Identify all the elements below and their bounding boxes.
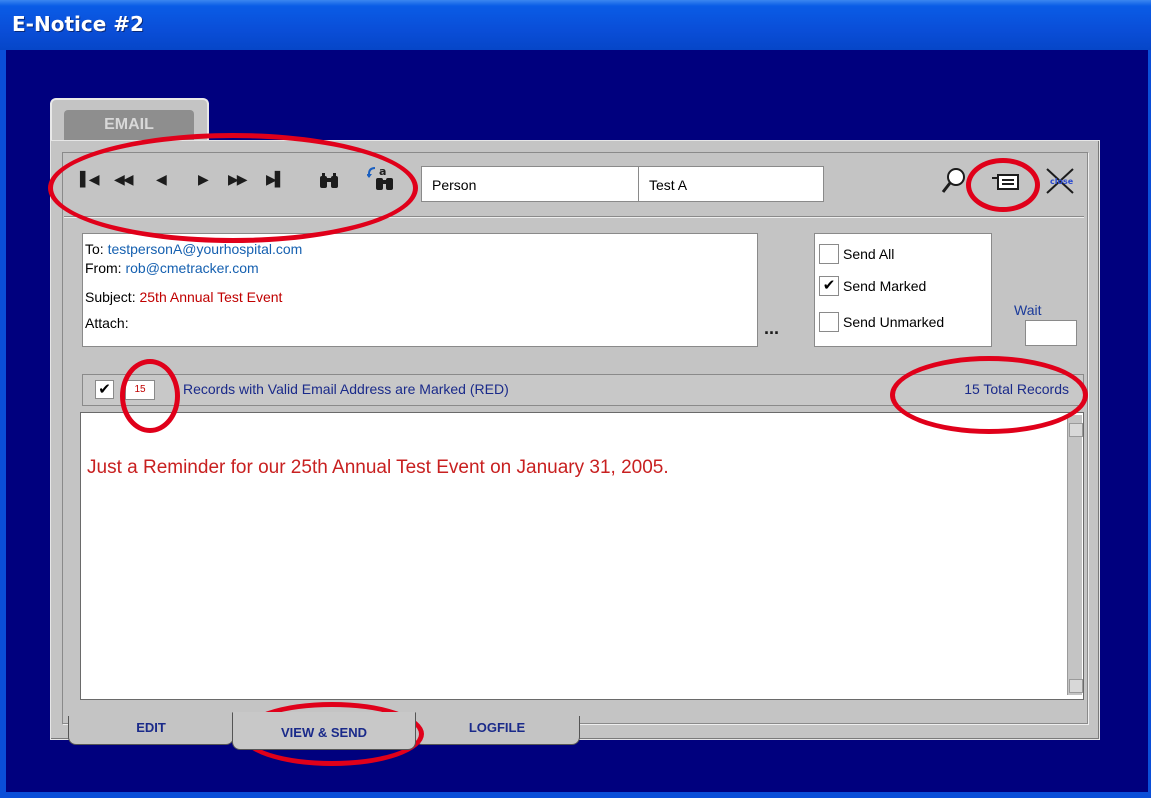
to-value[interactable]: testpersonA@yourhospital.com [108, 241, 303, 257]
send-marked-checkbox[interactable]: ✔ [819, 276, 839, 296]
annotation-ring-total [890, 356, 1088, 434]
find-field-value: Person [432, 177, 477, 193]
message-body-editor[interactable]: Just a Reminder for our 25th Annual Test… [80, 412, 1084, 700]
tab-edit[interactable]: EDIT [68, 716, 234, 745]
from-label: From: [85, 260, 122, 276]
mark-all-checkbox[interactable]: ✔ [95, 380, 114, 399]
annotation-ring-list-button [966, 158, 1040, 212]
attach-row: Attach: [85, 313, 129, 333]
send-unmarked-label: Send Unmarked [843, 314, 945, 330]
wait-label: Wait [1014, 302, 1042, 318]
attach-label: Attach: [85, 315, 129, 331]
find-field-select[interactable]: Person [421, 166, 641, 202]
wait-input[interactable] [1025, 320, 1077, 346]
message-body-text: Just a Reminder for our 25th Annual Test… [87, 457, 669, 478]
send-marked-label: Send Marked [843, 278, 927, 294]
marked-records-text: Records with Valid Email Address are Mar… [183, 381, 509, 397]
close-icon[interactable]: close [1044, 166, 1076, 196]
tab-logfile-label: LOGFILE [468, 720, 526, 735]
from-value[interactable]: rob@cmetracker.com [125, 260, 258, 276]
to-label: To: [85, 241, 104, 257]
find-value-input[interactable]: Test A [638, 166, 824, 202]
window-frame-bottom [0, 792, 1151, 798]
email-header-box: To: testpersonA@yourhospital.com From: r… [82, 233, 758, 347]
svg-text:close: close [1050, 177, 1074, 186]
scroll-down-button[interactable] [1069, 679, 1083, 693]
send-all-checkbox[interactable] [819, 244, 839, 264]
send-all-label: Send All [843, 246, 895, 262]
annotation-ring-count [120, 359, 180, 433]
body-scrollbar[interactable] [1067, 415, 1083, 695]
title-bar: E-Notice #2 [0, 0, 1151, 50]
find-value-text: Test A [649, 177, 688, 193]
subject-value[interactable]: 25th Annual Test Event [139, 289, 282, 305]
tab-view-send-label: VIEW & SEND [281, 725, 367, 740]
attach-browse-button[interactable]: ... [764, 318, 779, 339]
tab-edit-label: EDIT [136, 720, 166, 735]
send-options-box: Send All ✔ Send Marked Send Unmarked [814, 233, 992, 347]
scroll-up-button[interactable] [1069, 423, 1083, 437]
subject-label: Subject: [85, 289, 136, 305]
window-title: E-Notice #2 [12, 12, 144, 36]
search-icon[interactable] [941, 167, 967, 195]
send-unmarked-checkbox[interactable] [819, 312, 839, 332]
from-row: From: rob@cmetracker.com [85, 258, 259, 278]
subject-row: Subject: 25th Annual Test Event [85, 287, 282, 307]
to-row: To: testpersonA@yourhospital.com [85, 239, 302, 259]
tab-view-send[interactable]: VIEW & SEND [232, 712, 416, 750]
tab-logfile[interactable]: LOGFILE [414, 716, 580, 745]
annotation-ring-nav-toolbar [48, 133, 418, 243]
